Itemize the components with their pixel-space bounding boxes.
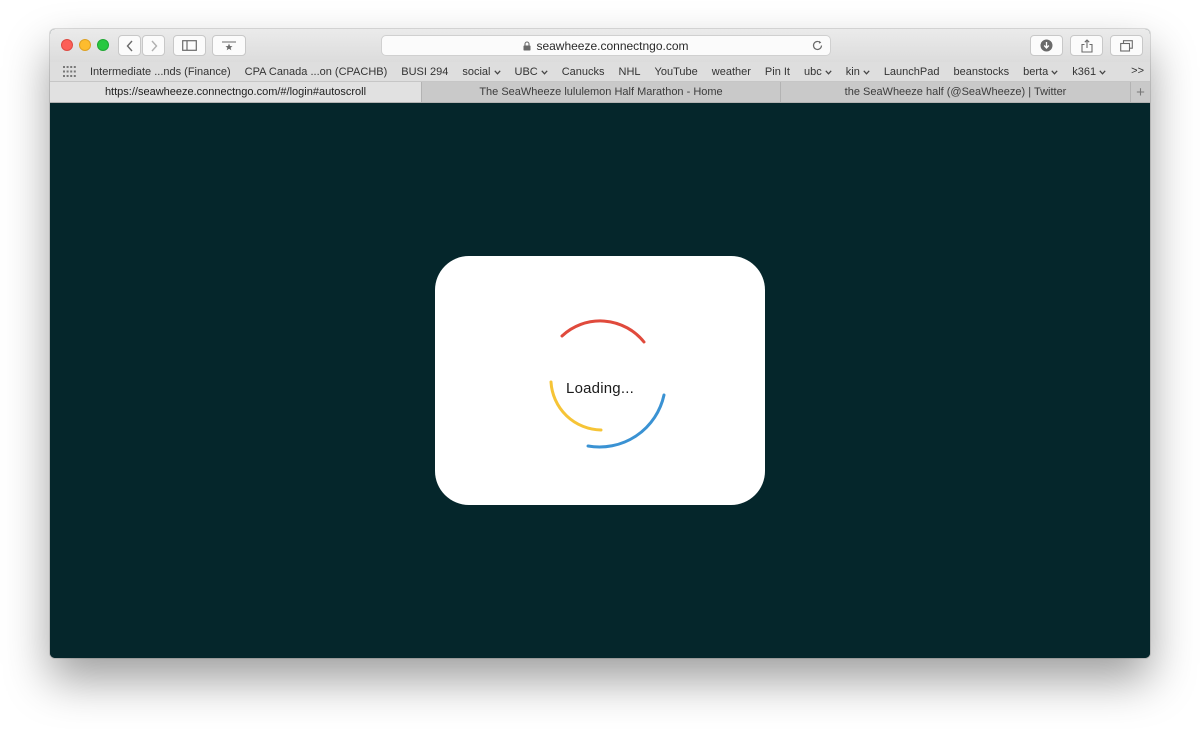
plus-icon: + [1136, 83, 1145, 101]
chevron-down-icon [541, 69, 548, 75]
tab-label: The SeaWheeze lululemon Half Marathon - … [479, 86, 723, 98]
share-icon [1080, 38, 1093, 53]
bookmark-label: BUSI 294 [401, 66, 449, 78]
url-domain-text: seawheeze.connectngo.com [536, 38, 689, 53]
star-bookmark-icon [222, 41, 236, 50]
tab-seawheeze-login[interactable]: https://seawheeze.connectngo.com/#/login… [50, 82, 422, 102]
bookmarks-button[interactable] [212, 35, 246, 56]
share-button[interactable] [1070, 35, 1103, 56]
new-tab-button[interactable]: + [1131, 82, 1150, 102]
tab-label: https://seawheeze.connectngo.com/#/login… [104, 86, 367, 98]
reload-icon[interactable] [811, 39, 824, 55]
bookmark-item[interactable]: berta [1023, 66, 1058, 78]
tab-seawheeze-home[interactable]: The SeaWheeze lululemon Half Marathon - … [422, 82, 781, 102]
lock-icon [523, 40, 531, 51]
bookmark-label: kin [845, 66, 860, 78]
chevron-down-icon [863, 69, 870, 75]
bookmark-item[interactable]: Intermediate ...nds (Finance) [90, 66, 231, 78]
tab-bar: https://seawheeze.connectngo.com/#/login… [50, 82, 1150, 103]
download-icon [1040, 39, 1053, 52]
tab-label: the SeaWheeze half (@SeaWheeze) | Twitte… [844, 86, 1067, 98]
sidebar-button[interactable] [173, 35, 206, 56]
minimize-window-button[interactable] [79, 39, 91, 51]
chevron-down-icon [493, 69, 501, 75]
tabs-overview-icon [1120, 39, 1133, 52]
bookmark-label: Intermediate ...nds (Finance) [90, 66, 231, 78]
bookmark-item[interactable]: weather [712, 66, 751, 78]
bookmark-item[interactable]: CPA Canada ...on (CPACHB) [245, 66, 388, 78]
bookmarks-overflow-button[interactable]: >> [1131, 65, 1144, 77]
browser-window: seawheeze.connectngo.com Intermediate ..… [50, 29, 1150, 658]
bookmark-item[interactable]: YouTube [655, 66, 698, 78]
spinner-arc-red [560, 319, 646, 344]
bookmark-label: UBC [514, 66, 538, 78]
chevron-down-icon [1051, 69, 1058, 75]
bookmark-item[interactable]: Pin It [765, 66, 790, 78]
bookmark-label: Canucks [561, 66, 605, 78]
bookmark-label: ubc [804, 66, 822, 78]
bookmark-label: CPA Canada ...on (CPACHB) [244, 66, 388, 78]
downloads-button[interactable] [1030, 35, 1063, 56]
chevron-down-icon [1099, 69, 1106, 75]
bookmark-item[interactable]: LaunchPad [884, 66, 940, 78]
loading-text: Loading... [566, 380, 634, 397]
browser-toolbar: seawheeze.connectngo.com [50, 29, 1150, 62]
page-content: Loading... [50, 103, 1150, 658]
forward-button[interactable] [142, 35, 165, 56]
bookmark-item[interactable]: ubc [804, 66, 832, 78]
bookmark-item[interactable]: social [462, 66, 501, 78]
back-button[interactable] [118, 35, 141, 56]
close-window-button[interactable] [61, 39, 73, 51]
bookmark-label: beanstocks [953, 66, 1010, 78]
bookmarks-bar: Intermediate ...nds (Finance) CPA Canada … [50, 62, 1150, 82]
loading-dialog: Loading... [435, 256, 765, 505]
bookmark-label: YouTube [654, 66, 698, 78]
bookmark-item[interactable]: k361 [1072, 66, 1106, 78]
bookmark-item[interactable]: UBC [515, 66, 548, 78]
bookmark-label: social [462, 66, 491, 78]
tab-seawheeze-twitter[interactable]: the SeaWheeze half (@SeaWheeze) | Twitte… [781, 82, 1131, 102]
chevron-right-icon [150, 40, 157, 51]
chevron-down-icon [825, 69, 832, 75]
bookmark-label: k361 [1072, 66, 1097, 78]
bookmark-label: Pin It [764, 66, 790, 78]
bookmark-item[interactable]: Canucks [562, 66, 605, 78]
address-bar[interactable]: seawheeze.connectngo.com [381, 35, 831, 56]
tab-overview-button[interactable] [1110, 35, 1143, 56]
bookmark-item[interactable]: BUSI 294 [401, 66, 448, 78]
sidebar-icon [182, 40, 197, 51]
bookmark-label: weather [711, 66, 751, 78]
bookmark-label: LaunchPad [883, 66, 940, 78]
bookmark-item[interactable]: NHL [619, 66, 641, 78]
bookmark-item[interactable]: kin [846, 66, 870, 78]
chevron-left-icon [126, 40, 133, 51]
bookmark-label: berta [1023, 66, 1049, 78]
grid-apps-icon[interactable] [63, 66, 76, 80]
zoom-window-button[interactable] [97, 39, 109, 51]
spinner-arc-blue [586, 393, 666, 449]
bookmark-label: NHL [618, 66, 641, 78]
bookmark-item[interactable]: beanstocks [953, 66, 1009, 78]
bookmarks-list: Intermediate ...nds (Finance) CPA Canada … [90, 62, 1120, 82]
